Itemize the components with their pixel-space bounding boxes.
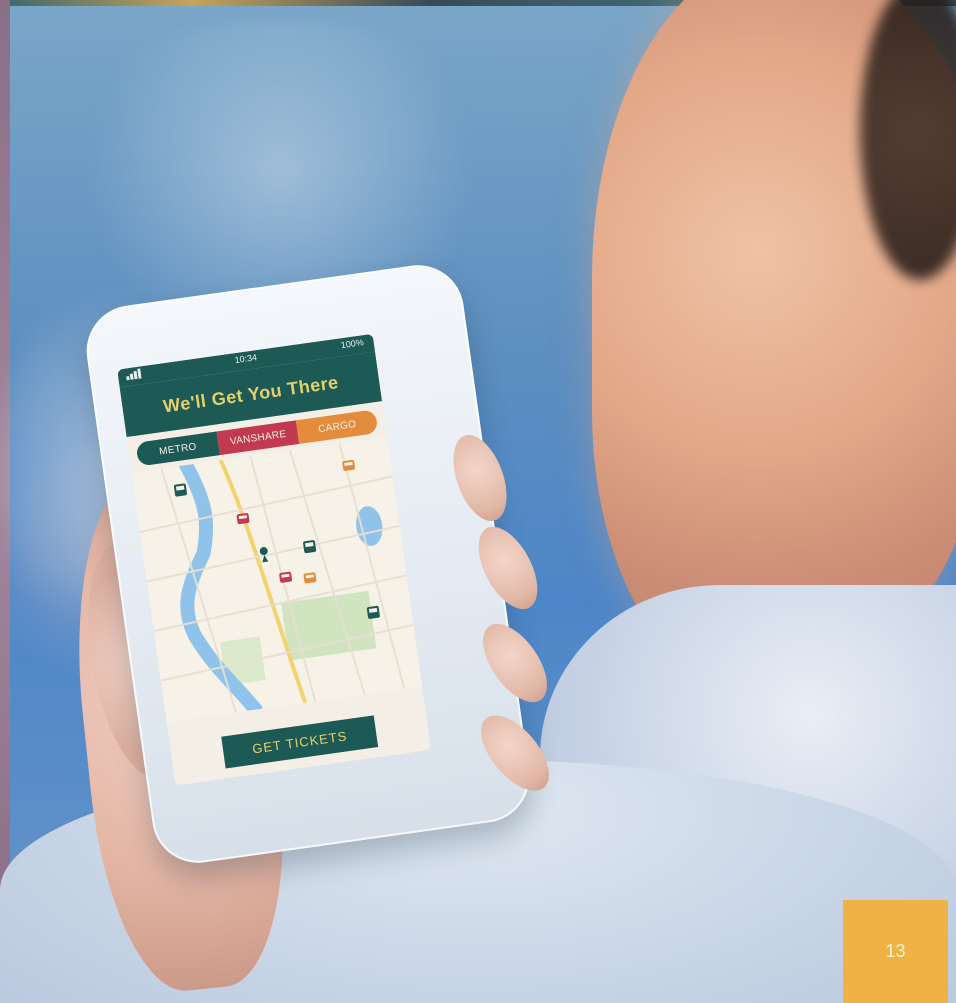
metro-icon[interactable] [303, 540, 317, 554]
get-tickets-button[interactable]: GET TICKETS [221, 715, 379, 769]
streets [139, 443, 414, 713]
phone-screen: 10:34 100% We'll Get You There METRO VAN… [117, 333, 432, 786]
smartphone: 10:34 100% We'll Get You There METRO VAN… [80, 259, 536, 869]
photo-background: 10:34 100% We'll Get You There METRO VAN… [0, 0, 956, 1003]
page-number: 13 [885, 941, 906, 961]
page-number-badge: 13 [843, 900, 948, 1003]
vanshare-icon[interactable] [279, 571, 293, 583]
status-battery: 100% [340, 337, 365, 351]
vanshare-icon[interactable] [236, 513, 250, 525]
map-graphic [139, 443, 414, 717]
map-view[interactable] [131, 436, 423, 723]
app-title: We'll Get You There [161, 371, 340, 417]
cargo-icon[interactable] [342, 459, 356, 472]
cargo-icon[interactable] [303, 572, 317, 584]
metro-icon[interactable] [366, 605, 381, 620]
metro-icon[interactable] [173, 483, 188, 497]
